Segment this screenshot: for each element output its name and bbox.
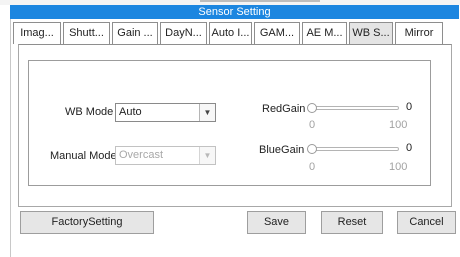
blue-gain-min: 0 [309, 161, 316, 173]
blue-gain-slider[interactable] [307, 144, 399, 154]
manual-mode-label: Manual Mode [50, 150, 117, 162]
tab-image[interactable]: Imag... [13, 22, 61, 44]
tab-auto-iris[interactable]: Auto I... [209, 22, 252, 44]
reset-button[interactable]: Reset [321, 211, 383, 234]
blue-gain-label: BlueGain [259, 144, 305, 156]
window-left-border [10, 5, 11, 257]
manual-mode-value: Overcast [119, 149, 164, 161]
wb-mode-value: Auto [119, 106, 142, 118]
tab-daynight[interactable]: DayN... [160, 22, 207, 44]
red-gain-value: 0 [406, 101, 413, 113]
chevron-down-icon: ▼ [199, 147, 215, 164]
blue-gain-thumb[interactable] [307, 144, 317, 154]
red-gain-max: 100 [389, 119, 408, 131]
top-edge-mark [200, 0, 320, 2]
wb-mode-select[interactable]: Auto ▼ [115, 103, 216, 122]
tab-shutter[interactable]: Shutt... [63, 22, 110, 44]
save-button[interactable]: Save [247, 211, 306, 234]
blue-gain-max: 100 [389, 161, 408, 173]
chevron-down-icon: ▼ [199, 104, 215, 121]
red-gain-slider[interactable] [307, 103, 399, 113]
factory-setting-button[interactable]: FactorySetting [20, 211, 154, 234]
wb-settings-group: WB Mode Auto ▼ Manual Mode Overcast ▼ Re… [28, 60, 431, 186]
red-gain-track [312, 106, 399, 110]
window-title-bar: Sensor Setting [10, 5, 459, 19]
wb-mode-label: WB Mode [65, 106, 114, 118]
tab-gamma[interactable]: GAM... [254, 22, 300, 44]
manual-mode-select[interactable]: Overcast ▼ [115, 146, 216, 165]
window-title: Sensor Setting [198, 6, 271, 18]
cancel-button[interactable]: Cancel [397, 211, 456, 234]
red-gain-min: 0 [309, 119, 316, 131]
blue-gain-value: 0 [406, 142, 413, 154]
tab-wb-setting[interactable]: WB S... [349, 22, 393, 45]
tab-ae-mode[interactable]: AE M... [302, 22, 347, 44]
red-gain-label: RedGain [262, 103, 306, 115]
tab-gain[interactable]: Gain ... [112, 22, 158, 44]
red-gain-thumb[interactable] [307, 103, 317, 113]
tab-mirror[interactable]: Mirror [395, 22, 443, 44]
blue-gain-track [312, 147, 399, 151]
